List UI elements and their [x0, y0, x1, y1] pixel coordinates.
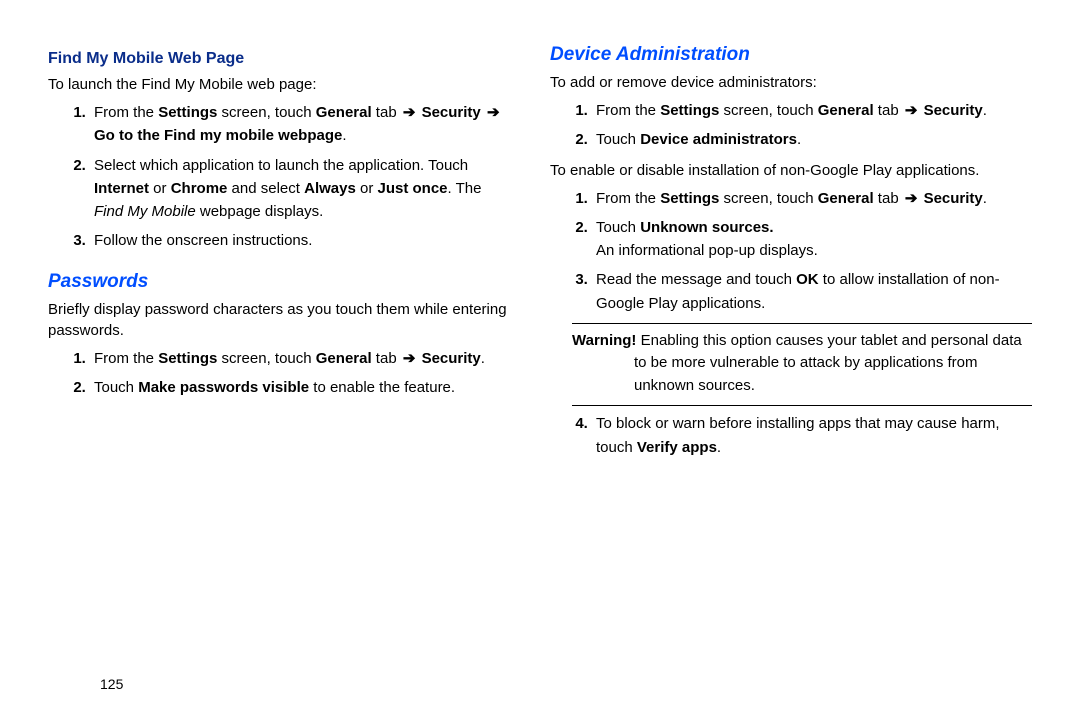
page-number: 125 — [100, 676, 123, 692]
warning-text: Warning! Enabling this option causes you… — [572, 330, 1032, 398]
steps-passwords: From the Settings screen, touch General … — [48, 347, 512, 400]
left-column: Find My Mobile Web Page To launch the Fi… — [48, 40, 540, 710]
step-2: Touch Make passwords visible to enable t… — [90, 376, 512, 399]
arrow-icon: ➔ — [903, 102, 920, 119]
heading-passwords: Passwords — [48, 271, 512, 293]
manual-page: Find My Mobile Web Page To launch the Fi… — [0, 0, 1080, 720]
device-admin-intro2: To enable or disable installation of non… — [550, 160, 1032, 181]
intro-text: To launch the Find My Mobile web page: — [48, 74, 512, 95]
step-1: From the Settings screen, touch General … — [592, 99, 1032, 122]
step-1: From the Settings screen, touch General … — [90, 347, 512, 370]
divider — [572, 323, 1032, 324]
steps-find-my-mobile: From the Settings screen, touch General … — [48, 101, 512, 253]
device-admin-intro: To add or remove device administrators: — [550, 72, 1032, 93]
arrow-icon: ➔ — [401, 350, 418, 367]
steps-device-admin-a: From the Settings screen, touch General … — [550, 99, 1032, 152]
step-2: Touch Device administrators. — [592, 128, 1032, 151]
steps-device-admin-b: From the Settings screen, touch General … — [550, 187, 1032, 315]
step-2: Touch Unknown sources. An informational … — [592, 216, 1032, 263]
step-3: Read the message and touch OK to allow i… — [592, 268, 1032, 315]
passwords-intro: Briefly display password characters as y… — [48, 299, 512, 341]
arrow-icon: ➔ — [485, 104, 502, 121]
step-1: From the Settings screen, touch General … — [592, 187, 1032, 210]
step-3: Follow the onscreen instructions. — [90, 229, 512, 252]
heading-device-admin: Device Administration — [550, 44, 1032, 66]
step-2: Select which application to launch the a… — [90, 154, 512, 224]
right-column: Device Administration To add or remove d… — [540, 40, 1032, 710]
step-1: From the Settings screen, touch General … — [90, 101, 512, 148]
heading-find-my-mobile: Find My Mobile Web Page — [48, 50, 512, 68]
arrow-icon: ➔ — [903, 190, 920, 207]
divider — [572, 405, 1032, 406]
steps-device-admin-b-cont: To block or warn before installing apps … — [550, 412, 1032, 459]
step-4: To block or warn before installing apps … — [592, 412, 1032, 459]
arrow-icon: ➔ — [401, 104, 418, 121]
